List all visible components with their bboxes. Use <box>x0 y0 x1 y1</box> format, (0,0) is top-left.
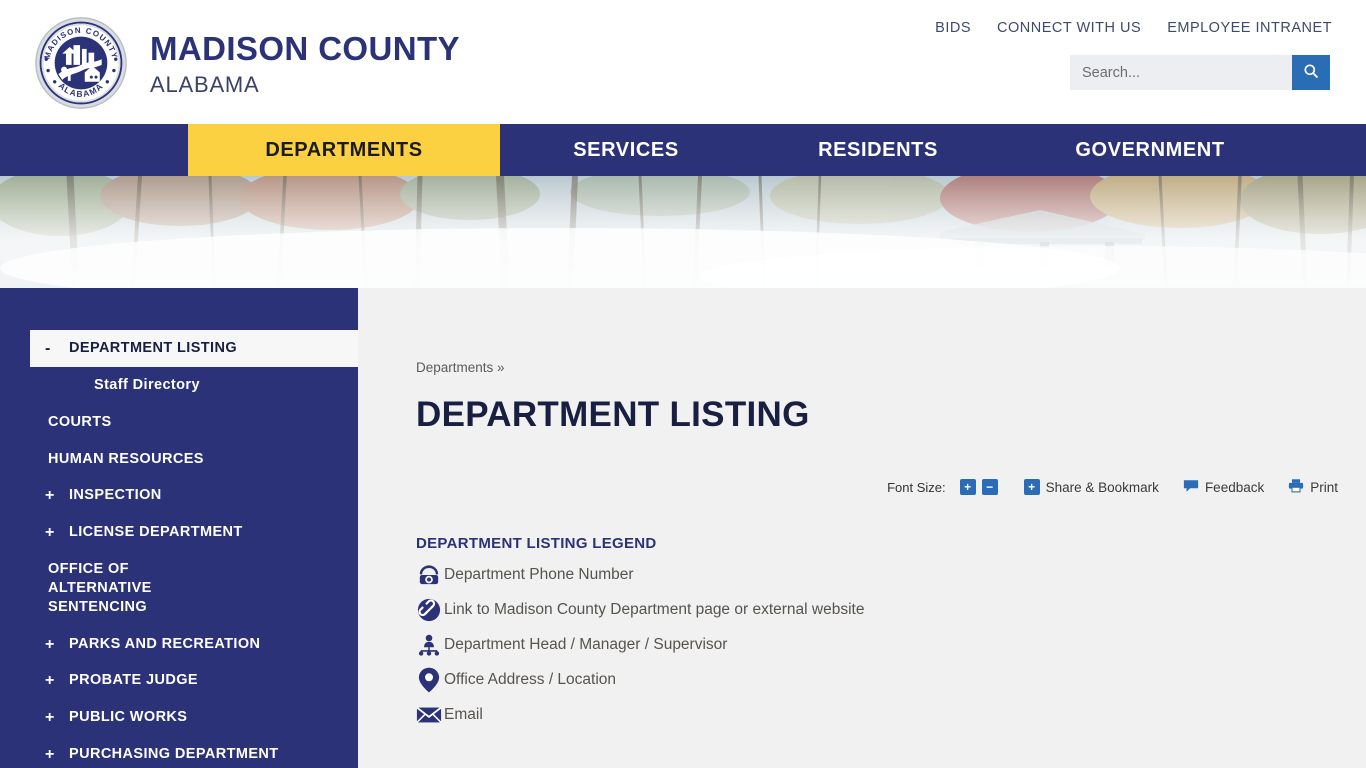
sidebar-item-courts[interactable]: COURTS <box>0 404 358 441</box>
search-button[interactable] <box>1292 55 1330 90</box>
share-bookmark-button[interactable]: + Share & Bookmark <box>1023 479 1159 495</box>
utility-nav: BIDS CONNECT WITH US EMPLOYEE INTRANET <box>935 20 1332 36</box>
sidebar-item-label: INSPECTION <box>69 487 162 504</box>
share-plus-icon: + <box>1023 479 1040 495</box>
collapse-minus-icon[interactable]: - <box>45 339 59 359</box>
site-header: MADISON COUNTY ALABAMA MADISON COUNTY AL… <box>0 0 1366 124</box>
site-search <box>1070 55 1330 90</box>
font-size-controls: + − <box>959 479 998 495</box>
nav-item-residents[interactable]: RESIDENTS <box>752 124 1004 176</box>
sidebar-item-label: PURCHASING DEPARTMENT <box>69 746 279 763</box>
print-label: Print <box>1310 479 1338 495</box>
main-content: Departments » DEPARTMENT LISTING DEPARTM… <box>358 288 1366 768</box>
sidebar-item-public-works[interactable]: + PUBLIC WORKS <box>0 699 358 736</box>
search-icon <box>1303 63 1319 82</box>
legend-title: DEPARTMENT LISTING LEGEND <box>416 535 657 552</box>
font-size-label: Font Size: <box>887 479 946 495</box>
legend-label: Link to Madison County Department page o… <box>444 601 865 618</box>
nav-item-departments[interactable]: DEPARTMENTS <box>188 124 500 176</box>
legend-row: Email <box>416 702 1330 728</box>
sidebar-item-label: PARKS AND RECREATION <box>69 635 261 652</box>
sidebar-item-probate-judge[interactable]: + PROBATE JUDGE <box>0 662 358 699</box>
sidebar-item-label: COURTS <box>48 413 112 430</box>
font-increase-button[interactable]: + <box>959 479 976 495</box>
legend-row: Link to Madison County Department page o… <box>416 597 1330 623</box>
map-pin-icon <box>416 667 442 693</box>
person-org-icon <box>416 632 442 658</box>
sidebar-item-label: PUBLIC WORKS <box>69 709 188 726</box>
share-bookmark-label: Share & Bookmark <box>1045 479 1159 495</box>
site-brand[interactable]: MADISON COUNTY ALABAMA MADISON COUNTY AL… <box>34 16 460 110</box>
brand-title: MADISON COUNTY <box>150 30 460 67</box>
expand-plus-icon[interactable]: + <box>45 486 59 506</box>
breadcrumb-link-departments[interactable]: Departments » <box>416 360 505 375</box>
search-input[interactable] <box>1070 55 1292 90</box>
legend-row: Department Head / Manager / Supervisor <box>416 632 1330 658</box>
legend-block: DEPARTMENT LISTING LEGEND Department Pho… <box>416 535 1330 728</box>
expand-plus-icon[interactable]: + <box>45 523 59 543</box>
expand-plus-icon[interactable]: + <box>45 708 59 728</box>
sidebar-item-label: PROBATE JUDGE <box>69 672 199 689</box>
hero-banner <box>0 176 1366 288</box>
expand-plus-icon[interactable]: + <box>45 635 59 655</box>
sidebar-item-human-resources[interactable]: HUMAN RESOURCES <box>0 441 358 478</box>
expand-plus-icon[interactable]: + <box>45 745 59 765</box>
sidebar-item-purchasing-department[interactable]: + PURCHASING DEPARTMENT <box>0 736 358 768</box>
sidebar-item-label: Staff Directory <box>94 376 200 393</box>
legend-row: Department Phone Number <box>416 562 1330 588</box>
link-icon <box>416 597 442 623</box>
sidebar-item-parks-and-recreation[interactable]: + PARKS AND RECREATION <box>0 626 358 663</box>
sidebar-item-label: OFFICE OF ALTERNATIVE SENTENCING <box>48 561 152 615</box>
page-body: - DEPARTMENT LISTING Staff Directory COU… <box>0 288 1366 768</box>
envelope-icon <box>416 702 442 728</box>
utility-link-connect-with-us[interactable]: CONNECT WITH US <box>997 20 1141 36</box>
nav-item-services[interactable]: SERVICES <box>500 124 752 176</box>
sidebar-item-label: HUMAN RESOURCES <box>48 450 204 467</box>
sidebar-item-staff-directory[interactable]: Staff Directory <box>0 367 358 404</box>
sidebar-item-office-of-alternative-sentencing[interactable]: OFFICE OF ALTERNATIVE SENTENCING <box>0 551 250 626</box>
madison-county-seal-icon: MADISON COUNTY ALABAMA <box>34 16 128 110</box>
banner-image <box>0 176 1366 288</box>
sidebar-item-label: LICENSE DEPARTMENT <box>69 524 243 541</box>
telephone-icon <box>416 562 442 588</box>
brand-subtitle: ALABAMA <box>150 72 260 97</box>
feedback-label: Feedback <box>1204 479 1265 495</box>
sidebar-item-department-listing[interactable]: - DEPARTMENT LISTING <box>30 330 358 367</box>
print-button[interactable]: Print <box>1288 478 1338 496</box>
nav-item-government[interactable]: GOVERNMENT <box>1004 124 1296 176</box>
legend-label: Email <box>444 706 483 723</box>
legend-label: Department Phone Number <box>444 566 634 583</box>
sidebar-item-label: DEPARTMENT LISTING <box>69 340 238 356</box>
feedback-button[interactable]: Feedback <box>1183 479 1264 496</box>
sidebar-navigation: - DEPARTMENT LISTING Staff Directory COU… <box>0 288 358 768</box>
utility-link-employee-intranet[interactable]: EMPLOYEE INTRANET <box>1167 20 1332 36</box>
printer-icon <box>1288 478 1304 496</box>
legend-label: Office Address / Location <box>444 671 617 688</box>
legend-row: Office Address / Location <box>416 667 1330 693</box>
expand-plus-icon[interactable]: + <box>45 671 59 691</box>
page-tools: Font Size: + − + Share & Bookmark Feedba… <box>887 478 1338 496</box>
breadcrumb: Departments » <box>416 360 1330 375</box>
utility-link-bids[interactable]: BIDS <box>935 20 971 36</box>
page-title: DEPARTMENT LISTING <box>416 395 810 434</box>
sidebar-item-license-department[interactable]: + LICENSE DEPARTMENT <box>0 514 358 551</box>
main-navigation: DEPARTMENTS SERVICES RESIDENTS GOVERNMEN… <box>0 124 1366 176</box>
font-decrease-button[interactable]: − <box>981 479 998 495</box>
legend-label: Department Head / Manager / Supervisor <box>444 636 728 653</box>
sidebar-item-inspection[interactable]: + INSPECTION <box>0 477 358 514</box>
speech-bubble-icon <box>1183 479 1199 496</box>
